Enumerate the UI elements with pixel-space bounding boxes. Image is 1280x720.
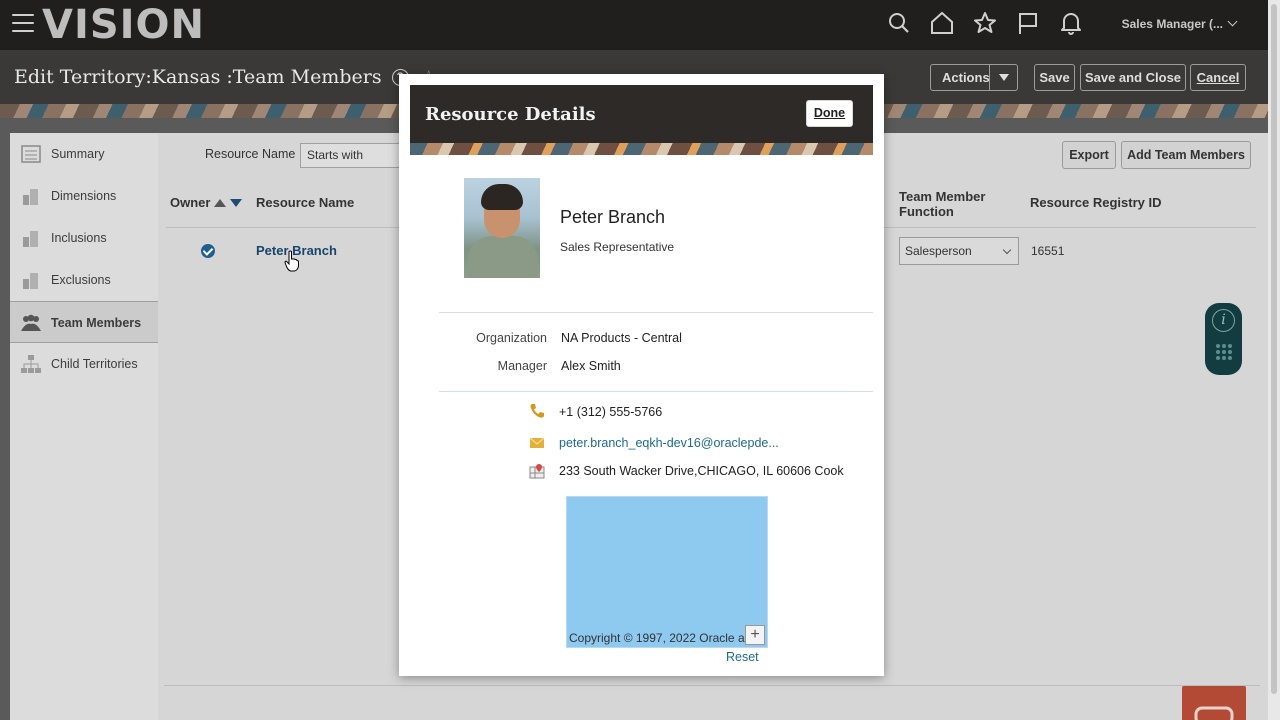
actions-menu-button[interactable]: Actions xyxy=(930,64,1018,91)
sidebar-item-label: Dimensions xyxy=(51,189,117,203)
email-link[interactable]: peter.branch_eqkh-dev16@oraclepde... xyxy=(559,436,779,450)
bell-icon[interactable] xyxy=(1058,10,1084,36)
phone-number[interactable]: +1 (312) 555-5766 xyxy=(559,405,662,419)
page-title: Edit Territory:Kansas :Team Members ? ☆ xyxy=(14,66,437,88)
owner-check-icon xyxy=(201,244,215,258)
sidebar-item-summary[interactable]: Summary xyxy=(10,133,158,175)
save-and-close-button[interactable]: Save and Close xyxy=(1080,64,1186,91)
filter-operator-select[interactable]: Starts with xyxy=(300,143,400,168)
divider xyxy=(439,312,873,313)
caret-down-icon xyxy=(999,74,1009,81)
save-button[interactable]: Save xyxy=(1034,64,1075,91)
chevron-down-icon xyxy=(1227,16,1238,27)
column-header-owner[interactable]: Owner xyxy=(170,195,243,210)
sidebar-item-label: Team Members xyxy=(51,316,142,330)
done-button[interactable]: Done xyxy=(806,100,853,127)
address-text: 233 South Wacker Drive,CHICAGO, IL 60606… xyxy=(559,464,844,478)
column-header-label: Owner xyxy=(170,195,211,210)
global-header: VISION Sales Manager (... xyxy=(0,0,1268,50)
sidebar-item-exclusions[interactable]: Exclusions xyxy=(10,259,158,301)
done-label: Done xyxy=(813,106,846,120)
chat-icon xyxy=(1194,706,1234,720)
page-title-text: Edit Territory:Kansas :Team Members xyxy=(14,66,382,88)
map-location-icon xyxy=(529,464,545,479)
map-copyright: Copyright © 1997, 2022 Oracle a xyxy=(569,631,745,645)
column-header-resource-name[interactable]: Resource Name xyxy=(256,195,354,210)
sidebar-item-dimensions[interactable]: Dimensions xyxy=(10,175,158,217)
sidebar-item-inclusions[interactable]: Inclusions xyxy=(10,217,158,259)
zoom-in-icon[interactable]: + xyxy=(745,625,765,645)
keypad-icon[interactable] xyxy=(1215,343,1233,361)
flag-icon[interactable] xyxy=(1015,10,1041,36)
scrollbar-thumb[interactable] xyxy=(1271,4,1277,694)
organization-value: NA Products - Central xyxy=(561,331,682,345)
person-role: Sales Representative xyxy=(560,240,675,254)
chevron-down-icon xyxy=(1002,245,1012,255)
sidebar-item-label: Child Territories xyxy=(51,357,138,371)
decorative-band xyxy=(410,143,873,155)
organization-label: Organization xyxy=(476,331,547,345)
hand-cursor-icon xyxy=(284,250,299,272)
hierarchy-icon xyxy=(21,355,41,373)
phone-icon xyxy=(530,404,544,418)
exclusions-icon xyxy=(23,273,38,289)
search-icon[interactable] xyxy=(886,10,912,36)
filter-label: Resource Name xyxy=(205,147,296,161)
sidebar-item-label: Summary xyxy=(51,147,105,161)
avatar xyxy=(464,178,540,278)
summary-icon xyxy=(21,145,41,163)
team-members-icon xyxy=(21,314,41,331)
dialog-title: Resource Details xyxy=(425,104,596,125)
sidebar: Summary Dimensions Inclusions Exclusions… xyxy=(10,133,158,720)
favorites-star-icon[interactable] xyxy=(972,10,998,36)
column-header-function[interactable]: Team Member Function xyxy=(899,189,1009,219)
sort-ascending-icon[interactable] xyxy=(214,199,227,207)
dialog-header: Resource Details Done xyxy=(410,85,873,155)
inclusions-icon xyxy=(23,231,38,247)
app-logo: VISION xyxy=(42,2,206,48)
sidebar-item-label: Inclusions xyxy=(51,231,107,245)
divider xyxy=(439,391,873,392)
manager-label: Manager xyxy=(497,359,547,373)
person-name: Peter Branch xyxy=(560,207,666,227)
actions-label: Actions xyxy=(942,70,990,85)
info-icon[interactable]: i xyxy=(1212,309,1235,332)
add-team-members-button[interactable]: Add Team Members xyxy=(1121,141,1251,169)
map-reset-link[interactable]: Reset xyxy=(726,650,759,664)
export-button[interactable]: Export xyxy=(1062,141,1116,169)
sort-descending-icon[interactable] xyxy=(230,199,243,207)
function-value: Salesperson xyxy=(905,244,972,258)
dimensions-icon xyxy=(23,189,38,205)
team-member-function-select[interactable]: Salesperson xyxy=(899,237,1019,265)
user-menu[interactable]: Sales Manager (... xyxy=(1121,16,1238,31)
page-scrollbar[interactable] xyxy=(1268,0,1280,720)
manager-value: Alex Smith xyxy=(561,359,621,373)
email-icon xyxy=(529,437,545,448)
cancel-button[interactable]: Cancel xyxy=(1190,64,1246,91)
sidebar-item-team-members[interactable]: Team Members xyxy=(10,301,158,343)
menu-icon[interactable] xyxy=(12,14,34,34)
home-icon[interactable] xyxy=(929,10,955,36)
user-menu-label: Sales Manager (... xyxy=(1121,17,1223,31)
table-bottom-divider xyxy=(164,685,1260,686)
location-map[interactable]: Copyright © 1997, 2022 Oracle a + xyxy=(566,496,768,648)
sidebar-item-label: Exclusions xyxy=(51,273,111,287)
sidebar-item-child-territories[interactable]: Child Territories xyxy=(10,343,158,385)
registry-id: 16551 xyxy=(1031,244,1065,258)
contextual-info-panel[interactable]: i xyxy=(1205,303,1242,375)
actions-divider xyxy=(989,65,990,90)
chat-launcher[interactable] xyxy=(1182,686,1246,720)
column-header-registry-id[interactable]: Resource Registry ID xyxy=(1030,195,1162,210)
resource-details-dialog: Resource Details Done Peter Branch Sales… xyxy=(399,74,884,676)
